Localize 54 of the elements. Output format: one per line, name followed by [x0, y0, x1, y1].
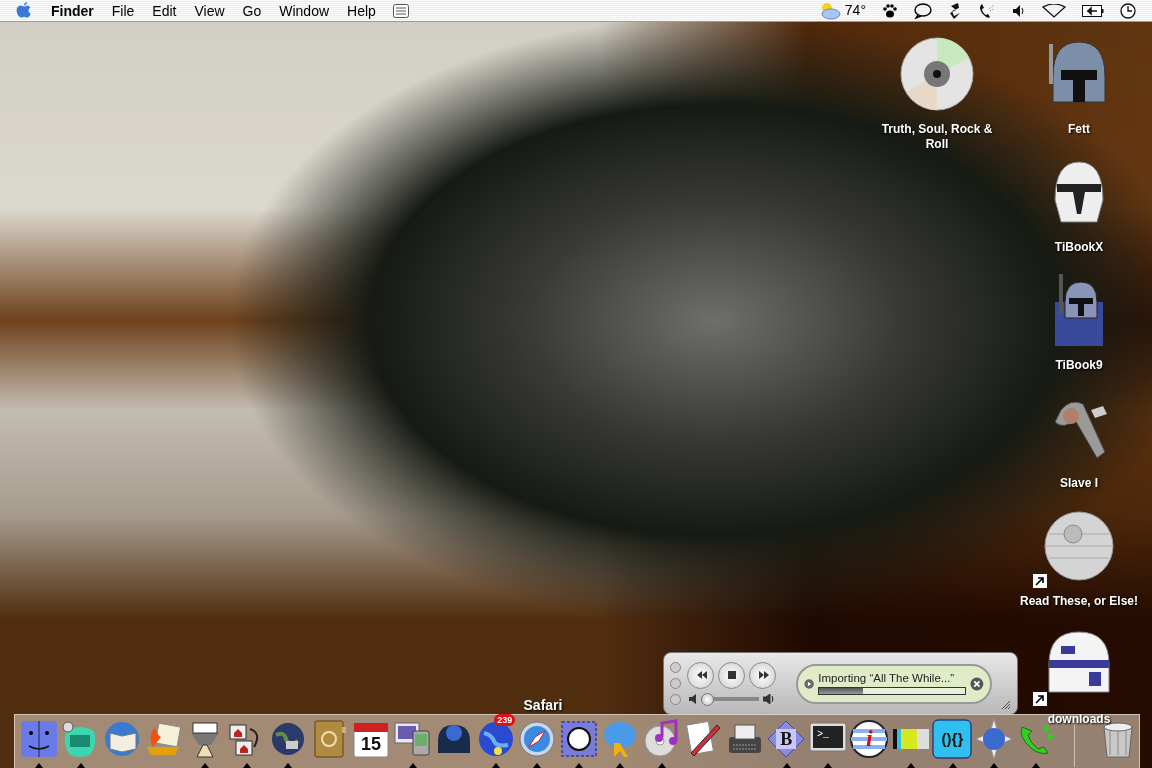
stop-icon: [725, 669, 738, 681]
paw-icon[interactable]: [882, 2, 898, 19]
icon-label[interactable]: Fett: [1068, 122, 1090, 137]
script-menu-icon[interactable]: [392, 3, 409, 18]
status-text: Importing “All The While...”: [818, 672, 956, 685]
icon-label[interactable]: Read These, or Else!: [1019, 594, 1138, 609]
close-icon[interactable]: [970, 675, 984, 692]
speaker-icon[interactable]: [1012, 3, 1026, 18]
battery-plug-icon[interactable]: [1082, 3, 1104, 18]
resize-grip-icon[interactable]: [999, 698, 1011, 710]
compass-icon[interactable]: [517, 719, 558, 759]
fast-forward-button[interactable]: [749, 661, 776, 689]
app-menu[interactable]: Finder: [42, 0, 103, 22]
clock-icon[interactable]: [1120, 2, 1136, 19]
temperature-reading[interactable]: 74°: [844, 0, 866, 21]
fast-forward-icon: [756, 669, 769, 681]
icon-label[interactable]: TiBookX: [1054, 240, 1104, 255]
icon-text: (){}: [941, 730, 964, 748]
script-icon[interactable]: [948, 1, 962, 20]
count-badge: 239: [494, 714, 516, 726]
info-icon[interactable]: [849, 719, 890, 759]
apple-menu-icon[interactable]: [16, 1, 32, 20]
braces-icon[interactable]: [932, 719, 973, 759]
smiling-face-icon[interactable]: [18, 719, 59, 759]
icon-text: i: [866, 725, 873, 751]
icon-label[interactable]: Slave I: [1060, 476, 1098, 491]
diamond-letter-icon[interactable]: [766, 719, 807, 759]
rewind-button[interactable]: [687, 661, 714, 689]
space-station-icon[interactable]: [1041, 508, 1117, 584]
icon-label[interactable]: Truth, Soul, Rock & Roll: [873, 122, 1001, 152]
calendar-icon[interactable]: [351, 719, 391, 759]
volume-high-icon: [762, 694, 775, 704]
app-name-label: Safari: [522, 696, 564, 715]
menu-item[interactable]: Edit: [143, 0, 186, 22]
menu-item[interactable]: Help: [338, 0, 385, 22]
play-icon[interactable]: [804, 677, 815, 690]
stop-button[interactable]: [718, 661, 745, 689]
icon-label[interactable]: downloads: [1047, 712, 1111, 727]
menu-item[interactable]: Go: [233, 0, 271, 22]
menu-item[interactable]: File: [102, 0, 144, 22]
phone-icon[interactable]: [978, 2, 996, 19]
cd-disc-icon[interactable]: [899, 36, 975, 112]
menu-item[interactable]: Window: [270, 0, 339, 22]
globe-star-icon[interactable]: [974, 719, 1014, 759]
icon-text: 15: [361, 733, 382, 755]
icon-label[interactable]: TiBook9: [1055, 358, 1103, 373]
wifi-icon[interactable]: [1042, 3, 1066, 18]
stamp-icon[interactable]: [558, 719, 599, 759]
icon-text: B: [780, 728, 793, 750]
computer-handheld-icon[interactable]: [392, 719, 433, 759]
menu-item[interactable]: View: [185, 0, 234, 22]
icon-text: >_: [817, 729, 830, 741]
speech-bubble-icon[interactable]: [914, 2, 932, 19]
volume-low-icon: [688, 694, 697, 704]
